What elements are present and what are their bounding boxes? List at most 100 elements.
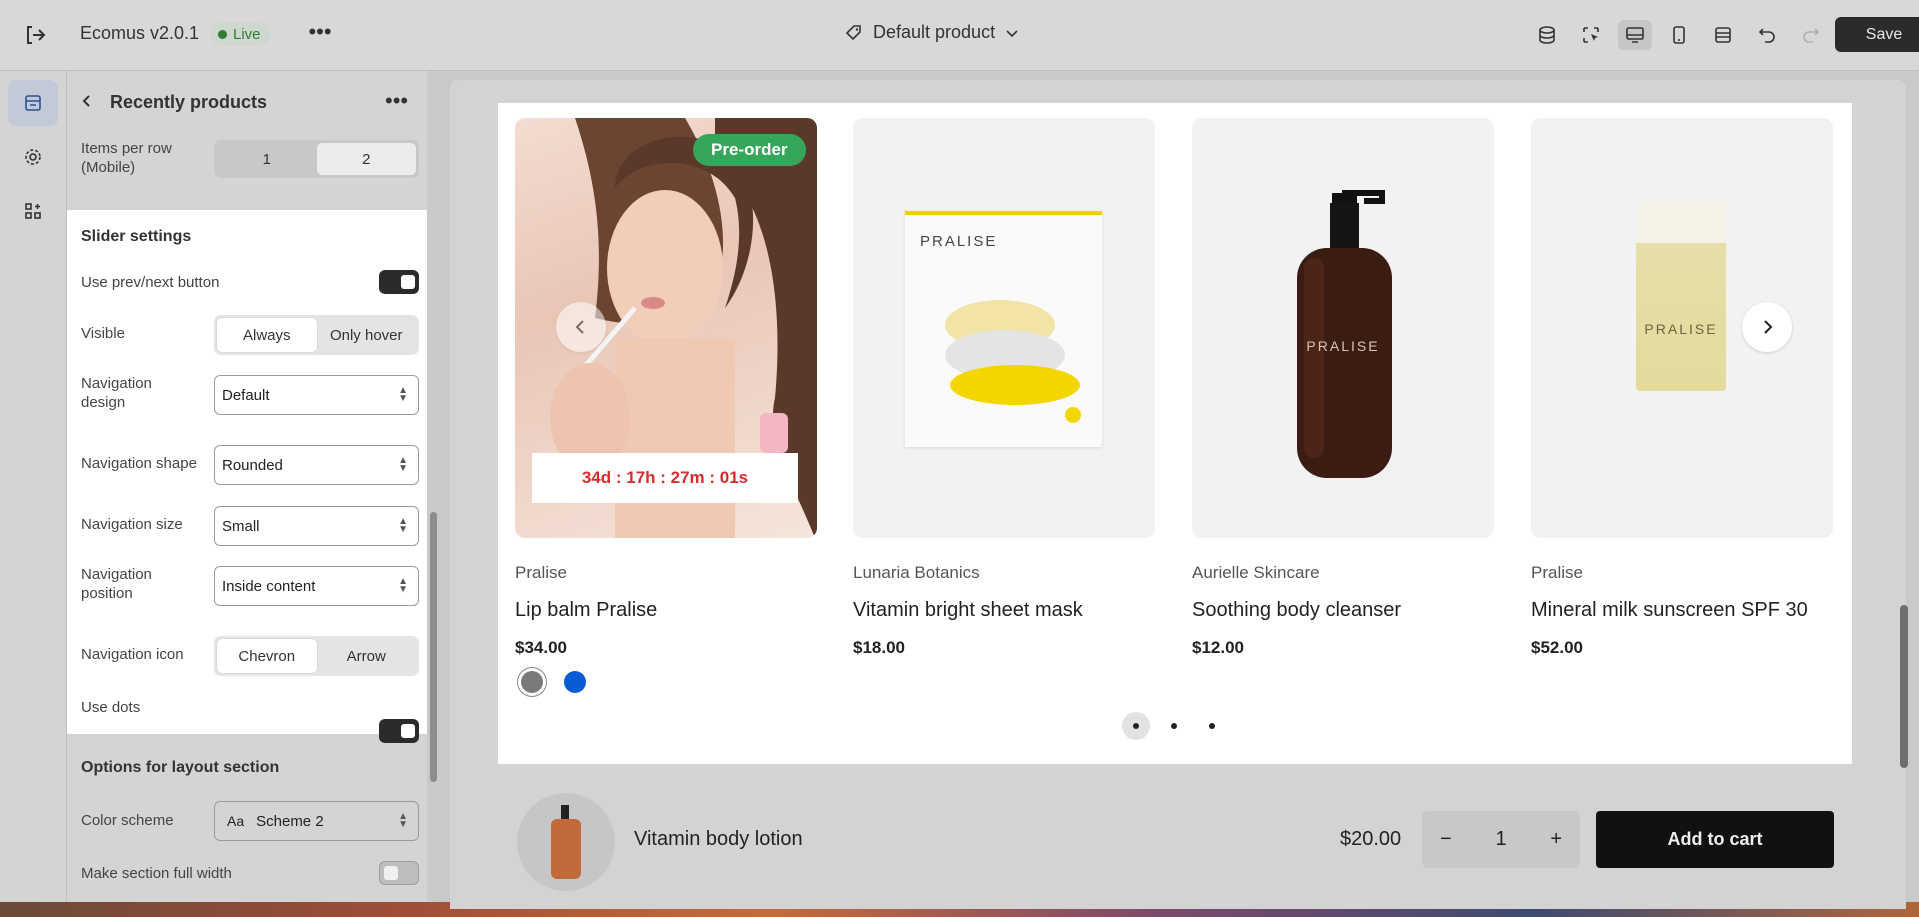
select-chevron-icon: ▲ ▼ — [398, 385, 408, 404]
exit-icon[interactable] — [22, 22, 48, 48]
pagination-dot[interactable] — [1209, 723, 1215, 729]
color-swatch-gray[interactable] — [521, 671, 543, 693]
product-vendor[interactable]: Aurielle Skincare — [1192, 563, 1320, 583]
use-dots-toggle[interactable] — [379, 719, 419, 743]
full-width-toggle[interactable] — [379, 861, 419, 885]
select-chevron-icon: ▲ ▼ — [398, 576, 408, 595]
undo-icon[interactable] — [1750, 20, 1784, 50]
panel-more-icon[interactable]: ••• — [385, 88, 408, 114]
inspect-icon[interactable] — [1574, 20, 1608, 50]
pagination-dot[interactable] — [1171, 723, 1177, 729]
product-name[interactable]: Soothing body cleanser — [1192, 599, 1401, 622]
chevron-down-icon — [1006, 29, 1018, 37]
sticky-product-price: $20.00 — [1340, 828, 1402, 850]
database-icon[interactable] — [1530, 20, 1564, 50]
sections-icon[interactable] — [8, 80, 58, 126]
visible-option-always[interactable]: Always — [217, 318, 317, 352]
navigation-position-label: Navigation position — [81, 566, 152, 602]
status-dot-icon — [218, 29, 227, 39]
desktop-view-icon[interactable] — [1618, 20, 1652, 50]
sticky-product-name: Vitamin body lotion — [634, 828, 803, 850]
color-swatch-blue[interactable] — [564, 671, 586, 693]
visible-option-only-hover[interactable]: Only hover — [317, 318, 417, 352]
navigation-design-value: Default — [222, 386, 270, 404]
quantity-value[interactable]: 1 — [1495, 828, 1506, 851]
product-name[interactable]: Lip balm Pralise — [515, 599, 657, 622]
color-scheme-icon: Aa — [227, 813, 245, 829]
select-chevron-icon: ▲ ▼ — [398, 811, 408, 830]
toolbar-icons — [1530, 20, 1828, 50]
canvas-scrollbar[interactable] — [1900, 605, 1908, 768]
product-price: $52.00 — [1531, 638, 1583, 657]
mobile-view-icon[interactable] — [1662, 20, 1696, 50]
product-price: $12.00 — [1192, 638, 1244, 657]
navigation-size-select[interactable]: Small ▲ ▼ — [214, 506, 419, 546]
fullscreen-view-icon[interactable] — [1706, 20, 1740, 50]
navigation-icon-label: Navigation icon — [81, 646, 184, 663]
navigation-icon-option-chevron[interactable]: Chevron — [217, 639, 317, 673]
product-name[interactable]: Vitamin bright sheet mask — [853, 599, 1083, 622]
use-prev-next-label: Use prev/next button — [81, 274, 220, 291]
countdown-timer: 34d : 17h : 27m : 01s — [532, 453, 798, 503]
slider-prev-button[interactable] — [556, 302, 606, 352]
bottle-illustration — [1297, 190, 1392, 478]
visible-label: Visible — [81, 325, 125, 342]
panel-scrollbar[interactable] — [430, 512, 437, 782]
product-name[interactable]: Mineral milk sunscreen SPF 30 — [1531, 599, 1808, 622]
layout-options-title: Options for layout section — [81, 759, 280, 776]
use-prev-next-toggle[interactable] — [379, 270, 419, 294]
items-per-row-segment: 1 2 — [214, 140, 419, 178]
settings-gear-icon[interactable] — [8, 134, 58, 180]
save-button[interactable]: Save — [1835, 17, 1919, 52]
quantity-decrease-button[interactable]: − — [1440, 828, 1452, 851]
color-scheme-select[interactable]: Aa Scheme 2 ▲ ▼ — [214, 801, 419, 841]
slider-next-button[interactable] — [1742, 302, 1792, 352]
panel-title: Recently products — [110, 92, 268, 112]
navigation-shape-select[interactable]: Rounded ▲ ▼ — [214, 445, 419, 485]
pagination-dot[interactable] — [1133, 723, 1139, 729]
back-arrow-icon[interactable] — [80, 94, 94, 113]
apps-icon[interactable] — [8, 188, 58, 234]
product-vendor[interactable]: Lunaria Botanics — [853, 563, 980, 583]
items-per-row-option-1[interactable]: 1 — [217, 143, 317, 175]
template-selector[interactable]: Default product — [845, 22, 1019, 43]
navigation-design-select[interactable]: Default ▲ ▼ — [214, 375, 419, 415]
items-per-row-label: Items per row (Mobile) — [81, 140, 172, 176]
product-image-body-cleanser[interactable]: PRALISE — [1192, 118, 1494, 538]
items-per-row-option-2[interactable]: 2 — [316, 143, 416, 175]
canvas-bottom-edge — [450, 902, 1906, 909]
sunscreen-tube: PRALISE — [1636, 201, 1726, 391]
navigation-shape-label: Navigation shape — [81, 455, 197, 472]
full-width-label: Make section full width — [81, 865, 232, 882]
mask-graphic — [945, 300, 1081, 423]
mask-packaging: PRALISE — [905, 211, 1102, 447]
template-name: Default product — [873, 22, 996, 42]
pre-order-badge: Pre-order — [693, 134, 806, 166]
navigation-size-value: Small — [222, 517, 260, 535]
product-image-sheet-mask[interactable]: PRALISE — [853, 118, 1155, 538]
app-title: Ecomus v2.0.1 — [80, 23, 200, 43]
use-dots-label: Use dots — [81, 699, 141, 716]
product-price: $34.00 — [515, 638, 567, 657]
redo-icon[interactable] — [1794, 20, 1828, 50]
navigation-design-label: Navigation design — [81, 375, 152, 411]
chevron-right-icon — [1764, 320, 1773, 334]
quantity-increase-button[interactable]: + — [1550, 828, 1562, 851]
add-to-cart-button[interactable]: Add to cart — [1596, 811, 1834, 868]
navigation-size-label: Navigation size — [81, 516, 183, 533]
status-badge: Live — [210, 22, 271, 46]
slider-settings-group: Slider settings Use prev/next button Vis… — [67, 210, 427, 743]
slider-settings-title: Slider settings — [81, 228, 192, 245]
more-options-icon[interactable]: ••• — [306, 21, 334, 48]
navigation-icon-option-arrow[interactable]: Arrow — [317, 639, 417, 673]
recently-products-section: Pre-order 34d : 17h : 27m : 01s Pralise … — [498, 103, 1852, 764]
tag-icon — [845, 24, 861, 40]
navigation-position-select[interactable]: Inside content ▲ ▼ — [214, 566, 419, 606]
brand-label: PRALISE — [1306, 338, 1380, 354]
chevron-left-icon — [575, 320, 584, 334]
navigation-shape-value: Rounded — [222, 456, 283, 474]
color-scheme-value: Scheme 2 — [256, 812, 324, 830]
product-vendor[interactable]: Pralise — [515, 563, 567, 583]
product-price: $18.00 — [853, 638, 905, 657]
product-vendor[interactable]: Pralise — [1531, 563, 1583, 583]
